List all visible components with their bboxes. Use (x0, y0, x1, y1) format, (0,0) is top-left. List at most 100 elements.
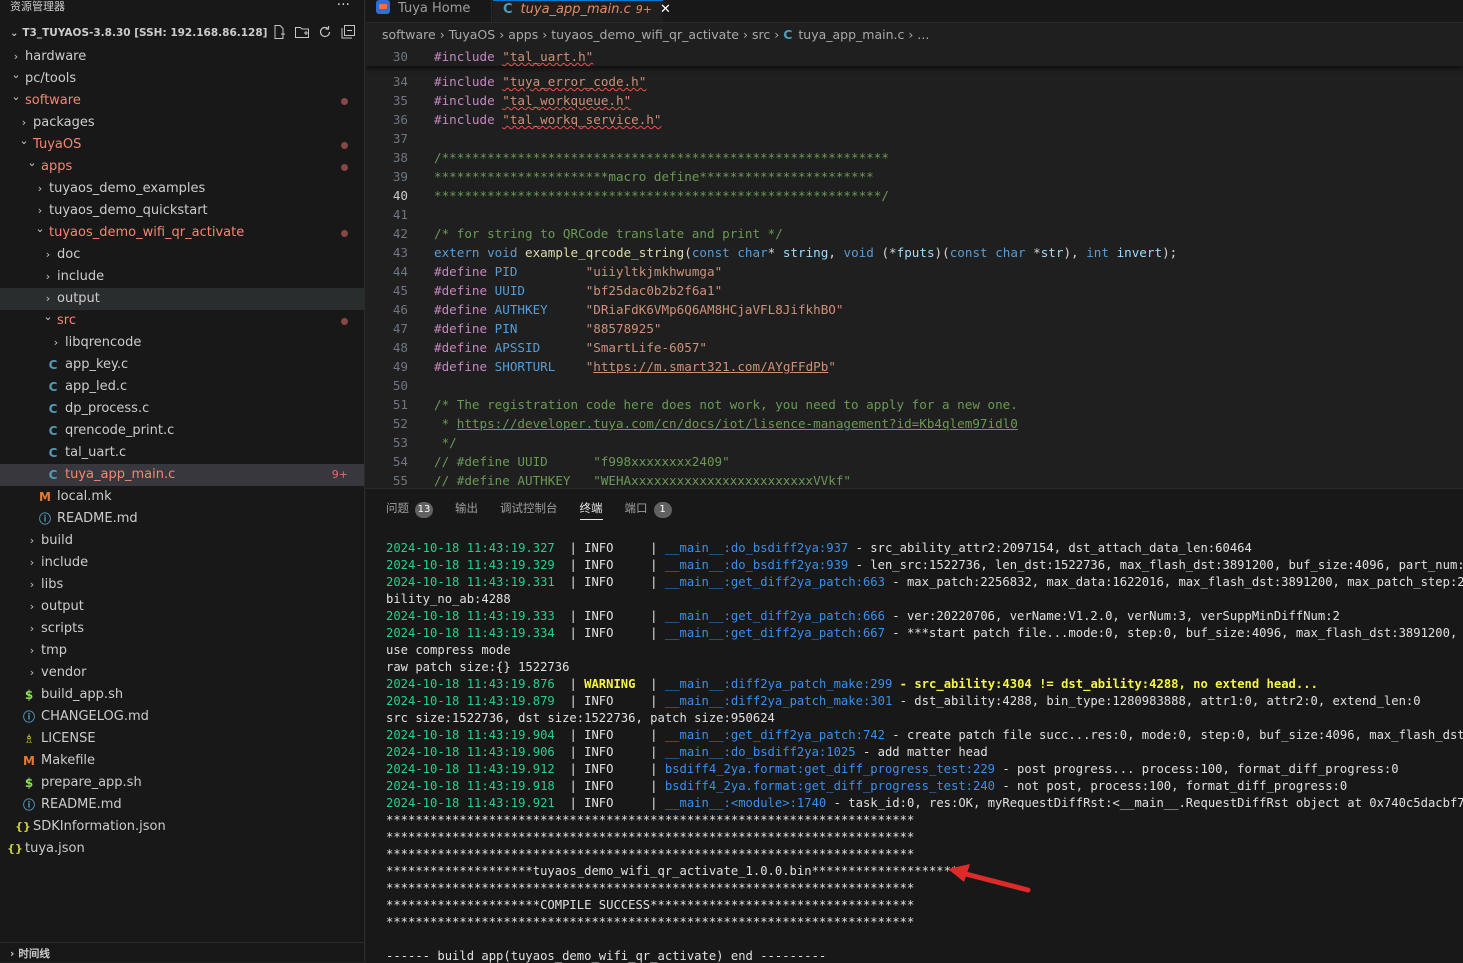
folder-item[interactable]: ⌄ TuyaOS (0, 134, 364, 156)
panel-tab[interactable]: 问题 13 (386, 499, 433, 521)
folder-item[interactable]: ⌄ tuyaos_demo_wifi_qr_activate (0, 222, 364, 244)
file-item[interactable]: Mlocal.mk (0, 486, 364, 508)
file-item[interactable]: Ctal_uart.c (0, 442, 364, 464)
file-item[interactable]: M Makefile (0, 750, 364, 772)
folder-item[interactable]: › vendor (0, 662, 364, 684)
collapse-all-icon[interactable] (340, 24, 356, 40)
code-token: #define (434, 264, 495, 279)
code-line: 35 #include "tal_workqueue.h" (366, 91, 1463, 110)
tree-item-label: CHANGELOG.md (41, 709, 149, 724)
breadcrumb-item[interactable]: tuya_app_main.c (798, 27, 904, 42)
shell-script-icon: $ (24, 688, 34, 702)
tab-tuya-home[interactable]: Tuya Home (366, 0, 492, 22)
modified-dot-icon (341, 164, 348, 171)
code-token: APSSID (494, 340, 541, 355)
line-number: 48 (392, 340, 408, 355)
folder-item[interactable]: ⌄ pc/tools (0, 68, 364, 90)
breadcrumb-item[interactable]: ... (917, 27, 929, 42)
terminal-output[interactable]: 2024-10-18 11:43:19.327 | INFO | __main_… (386, 540, 1463, 963)
panel-tab[interactable]: 终端 (579, 499, 603, 520)
code-token: "DRiaFdK6VMp6Q6AM8HCjaVFL8JifkhBO" (585, 302, 844, 317)
breadcrumb-item[interactable]: software (382, 27, 436, 42)
code-token: SHORTURL (494, 359, 556, 374)
file-item[interactable]: Capp_key.c (0, 354, 364, 376)
panel-tab-count-badge: 13 (415, 502, 433, 518)
folder-item[interactable]: › include (0, 266, 364, 288)
panel-tab[interactable]: 端口 1 (625, 499, 672, 521)
chevron-right-icon: › (45, 248, 51, 261)
breadcrumb-separator-icon: › (908, 27, 914, 42)
tab-tuya-app-main[interactable]: Ctuya_app_main.c 9+ ✕ (493, 0, 671, 22)
chevron-right-icon: › (29, 578, 35, 591)
file-item[interactable]: Cdp_process.c (0, 398, 364, 420)
modified-dot-icon (341, 318, 348, 325)
breadcrumb-item[interactable]: apps (508, 27, 538, 42)
file-item[interactable]: $ prepare_app.sh (0, 772, 364, 794)
terminal-text: | INFO | (554, 796, 665, 810)
folder-item[interactable]: › include (0, 552, 364, 574)
code-editor[interactable]: 30 #include "tal_uart.h" 34 #include "tuya… (366, 47, 1463, 488)
folder-item[interactable]: ⌄ src (0, 310, 364, 332)
code-text: #include "tal_workq_service.h" (434, 110, 661, 129)
code-token: // #define UUID "f998xxxxxxxx2409" (434, 454, 730, 469)
problem-count-badge: 9+ (331, 468, 348, 481)
code-token: invert (1116, 245, 1163, 260)
folder-item[interactable]: ⌄ software (0, 90, 364, 112)
editor-tabs: Tuya Home Ctuya_app_main.c 9+ ✕ (366, 0, 1463, 23)
code-token: https://developer.tuya.com/cn/docs/iot/l… (456, 416, 1018, 431)
code-line: 42 /* for string to QRCode translate and … (366, 224, 1463, 243)
folder-item[interactable]: › doc (0, 244, 364, 266)
breadcrumb-item[interactable]: src (752, 27, 770, 42)
tree-item-label: tuyaos_demo_examples (49, 181, 206, 196)
file-item[interactable]: {} tuya.json (0, 838, 364, 860)
folder-item[interactable]: › tuyaos_demo_quickstart (0, 200, 364, 222)
folder-item[interactable]: › libqrencode (0, 332, 364, 354)
sticky-scroll-line[interactable]: 30 #include "tal_uart.h" (366, 47, 1463, 66)
breadcrumb-separator-icon: › (499, 27, 505, 42)
close-icon[interactable]: ✕ (660, 2, 671, 17)
panel-tab-label: 调试控制台 (500, 501, 558, 515)
c-file-icon: C (48, 424, 58, 438)
file-item[interactable]: {} SDKInformation.json (0, 816, 364, 838)
tree-item-label: libqrencode (65, 335, 142, 350)
folder-item[interactable]: › output (0, 288, 364, 310)
file-item[interactable]: $ build_app.sh (0, 684, 364, 706)
folder-item[interactable]: › tuyaos_demo_examples (0, 178, 364, 200)
code-line: 52 * https://developer.tuya.com/cn/docs/… (366, 414, 1463, 433)
breadcrumb-item[interactable]: tuyaos_demo_wifi_qr_activate (551, 27, 739, 42)
new-file-icon[interactable] (271, 24, 287, 40)
timeline-section[interactable]: › 时间线 (0, 942, 364, 962)
panel-tab[interactable]: 输出 (455, 499, 478, 521)
terminal-text: | (635, 677, 665, 691)
tree-item-label: doc (57, 247, 81, 262)
folder-item[interactable]: › hardware (0, 46, 364, 68)
file-item[interactable]: Cqrencode_print.c (0, 420, 364, 442)
c-file-icon: C (48, 446, 58, 460)
folder-item[interactable]: › libs (0, 574, 364, 596)
line-number: 49 (392, 359, 408, 374)
folder-item[interactable]: › tmp (0, 640, 364, 662)
folder-item[interactable]: ⌄ apps (0, 156, 364, 178)
more-actions-icon[interactable]: ··· (337, 0, 350, 12)
c-file-icon: C (48, 468, 58, 482)
panel-tab[interactable]: 调试控制台 (500, 499, 558, 521)
folder-item[interactable]: › scripts (0, 618, 364, 640)
terminal-text: | INFO | (554, 609, 665, 623)
line-number: 55 (392, 473, 408, 488)
file-item[interactable]: ⓘ README.md (0, 508, 364, 530)
code-token: * (1033, 245, 1041, 260)
folder-item[interactable]: › output (0, 596, 364, 618)
folder-item[interactable]: › packages (0, 112, 364, 134)
folder-item[interactable]: › build (0, 530, 364, 552)
workspace-root[interactable]: ⌄ T3_TUYAOS-3.8.30 [SSH: 192.168.86.128] (0, 20, 364, 44)
tree-item-label: scripts (41, 621, 84, 636)
file-item[interactable]: Capp_led.c (0, 376, 364, 398)
breadcrumb-item[interactable]: TuyaOS (449, 27, 496, 42)
modified-dot-icon (341, 142, 348, 149)
file-item[interactable]: ⓘ README.md (0, 794, 364, 816)
refresh-icon[interactable] (317, 24, 333, 40)
file-item[interactable]: ♗ LICENSE (0, 728, 364, 750)
file-item[interactable]: ⓘ CHANGELOG.md (0, 706, 364, 728)
new-folder-icon[interactable] (294, 24, 310, 40)
file-item[interactable]: Ctuya_app_main.c 9+ (0, 464, 364, 486)
